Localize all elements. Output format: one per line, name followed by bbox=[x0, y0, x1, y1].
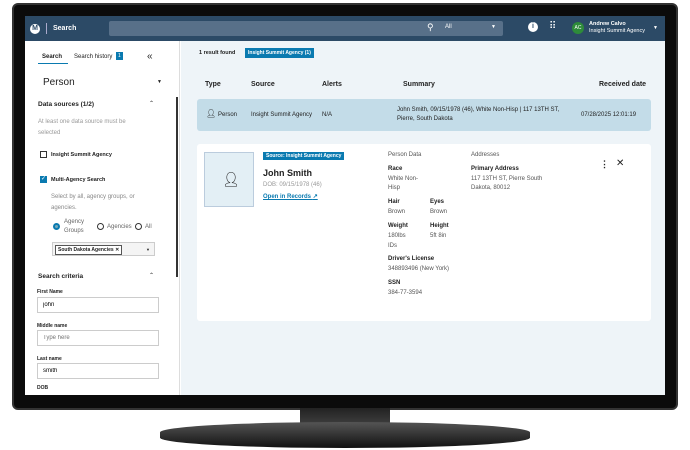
radio-label: All bbox=[145, 224, 152, 230]
chevron-down-icon: ▼ bbox=[157, 79, 162, 85]
column-header-source[interactable]: Source bbox=[251, 81, 275, 88]
first-name-input[interactable] bbox=[37, 297, 159, 313]
data-sources-hint: At least one data source must be selecte… bbox=[38, 119, 126, 136]
source-label: Insight Summit Agency bbox=[51, 152, 112, 158]
agency-chip: South Dakota Agencies ✕ bbox=[55, 245, 123, 255]
open-in-records-link[interactable]: Open in Records ↗ bbox=[263, 193, 318, 200]
column-header-alerts[interactable]: Alerts bbox=[322, 81, 342, 88]
field-label: Middle name bbox=[37, 323, 68, 329]
hair-label: Hair bbox=[388, 199, 400, 205]
external-link-icon: ↗ bbox=[312, 194, 318, 200]
chip-label: South Dakota Agencies bbox=[58, 247, 114, 253]
search-icon[interactable]: ⚲ bbox=[427, 22, 434, 33]
chevron-down-icon: ▼ bbox=[146, 247, 150, 252]
column-header-type[interactable]: Type bbox=[205, 81, 221, 88]
weight-label: Weight bbox=[388, 223, 408, 229]
checkbox-multi-agency[interactable]: ✓ bbox=[40, 176, 47, 183]
primary-address-label: Primary Address bbox=[471, 166, 519, 172]
radio-all[interactable] bbox=[135, 223, 142, 230]
avatar[interactable]: AC bbox=[572, 22, 584, 34]
cell-source: Insight Summit Agency bbox=[251, 112, 313, 118]
top-bar: M Search ⚲ All ▼ i ⠿ AC Andrew Calvo Ins… bbox=[25, 16, 665, 41]
dl-value: 348893496 (New York) bbox=[388, 266, 450, 272]
primary-address-value: 117 13TH ST, Pierre South Dakota, 80012 bbox=[471, 176, 543, 191]
cell-received: 07/28/2025 12:01:19 bbox=[581, 112, 637, 118]
last-name-input[interactable] bbox=[37, 363, 159, 379]
eyes-label: Eyes bbox=[430, 199, 445, 205]
chevron-down-icon: ▼ bbox=[491, 24, 496, 30]
user-name[interactable]: Andrew Calvo bbox=[589, 21, 626, 27]
tab-search[interactable]: Search bbox=[42, 54, 62, 60]
field-label: DOB bbox=[37, 385, 49, 391]
section-title: Addresses bbox=[471, 152, 500, 158]
monitor-base bbox=[160, 422, 530, 448]
person-dob: DOB: 09/15/1978 (46) bbox=[263, 182, 322, 188]
cell-type: Person bbox=[218, 112, 238, 118]
info-icon[interactable]: i bbox=[528, 22, 538, 32]
more-options-icon[interactable]: ⋮ bbox=[600, 159, 609, 170]
logo-icon: M bbox=[30, 23, 40, 34]
app-screen: M Search ⚲ All ▼ i ⠿ AC Andrew Calvo Ins… bbox=[25, 16, 665, 395]
person-name: John Smith bbox=[263, 168, 312, 178]
table-row[interactable]: 👤︎ Person Insight Summit Agency N/A John… bbox=[197, 99, 651, 131]
multi-agency-hint: Select by all, agency groups, or agencie… bbox=[51, 194, 135, 211]
active-tab-indicator bbox=[38, 63, 68, 64]
radio-label: Agency Groups bbox=[64, 219, 85, 234]
field-label: First Name bbox=[37, 289, 63, 295]
height-label: Height bbox=[430, 223, 449, 229]
search-scope-select[interactable]: All bbox=[445, 24, 452, 30]
ssn-label: SSN bbox=[388, 280, 401, 286]
search-criteria-heading: Search criteria bbox=[38, 273, 84, 280]
column-header-received-date[interactable]: Received date bbox=[599, 81, 646, 88]
collapse-chevron-icon[interactable]: ⌃ bbox=[149, 272, 154, 279]
scrollbar[interactable] bbox=[176, 97, 178, 277]
result-count: 1 result found bbox=[199, 50, 236, 56]
divider bbox=[46, 23, 47, 34]
apps-grid-icon[interactable]: ⠿ bbox=[549, 21, 556, 32]
column-header-summary[interactable]: Summary bbox=[403, 81, 435, 88]
middle-name-input[interactable] bbox=[37, 330, 159, 346]
entity-type-select[interactable]: Person bbox=[43, 77, 75, 88]
user-agency: Insight Summit Agency bbox=[589, 28, 645, 34]
person-icon: 👤︎ bbox=[206, 109, 217, 118]
collapse-chevron-icon[interactable]: ⌃ bbox=[149, 100, 154, 107]
field-label: Last name bbox=[37, 356, 62, 362]
filter-chip[interactable]: Insight Summit Agency (1) bbox=[245, 48, 314, 58]
person-detail-card: 👤︎ Source: Insight Summit Agency John Sm… bbox=[197, 144, 651, 321]
radio-agencies[interactable] bbox=[97, 223, 104, 230]
dl-label: Driver's License bbox=[388, 256, 435, 262]
height-value: 5ft 8in bbox=[430, 233, 447, 239]
link-text[interactable]: Open in Records bbox=[263, 194, 311, 200]
weight-value: 180lbs bbox=[388, 233, 406, 239]
eyes-value: Brown bbox=[430, 209, 448, 215]
checkbox-insight-summit[interactable] bbox=[40, 151, 47, 158]
person-icon: 👤︎ bbox=[222, 171, 240, 187]
source-badge: Source: Insight Summit Agency bbox=[263, 152, 345, 160]
section-title: Person Data bbox=[388, 152, 422, 158]
person-photo-placeholder: 👤︎ bbox=[204, 152, 254, 207]
collapse-sidebar-icon[interactable]: « bbox=[147, 51, 153, 62]
ssn-value: 384-77-3594 bbox=[388, 290, 423, 296]
search-sidebar: Search Search history 1 « Person ▼ Data … bbox=[25, 41, 180, 395]
hair-value: Brown bbox=[388, 209, 406, 215]
chip-remove-icon[interactable]: ✕ bbox=[115, 247, 119, 253]
ids-title: IDs bbox=[388, 243, 397, 249]
race-value: White Non-Hisp bbox=[388, 176, 419, 191]
data-sources-heading: Data sources (1/2) bbox=[38, 101, 94, 108]
history-count-badge: 1 bbox=[116, 52, 123, 60]
app-title: Search bbox=[53, 25, 77, 32]
cell-alerts: N/A bbox=[322, 112, 333, 118]
race-label: Race bbox=[388, 166, 403, 172]
user-menu-chevron-icon[interactable]: ▼ bbox=[653, 25, 658, 31]
radio-agency-groups[interactable] bbox=[53, 223, 60, 230]
source-label: Multi-Agency Search bbox=[51, 177, 106, 183]
tab-search-history[interactable]: Search history bbox=[74, 54, 112, 60]
radio-label: Agencies bbox=[107, 224, 132, 230]
close-icon[interactable]: ✕ bbox=[616, 158, 624, 169]
cell-summary: John Smith, 09/15/1978 (46), White Non-H… bbox=[397, 107, 560, 122]
global-search-input[interactable]: ⚲ All ▼ bbox=[109, 21, 503, 36]
results-panel: 1 result found Insight Summit Agency (1)… bbox=[181, 41, 665, 395]
agency-group-select[interactable]: South Dakota Agencies ✕ ▼ bbox=[52, 242, 155, 256]
